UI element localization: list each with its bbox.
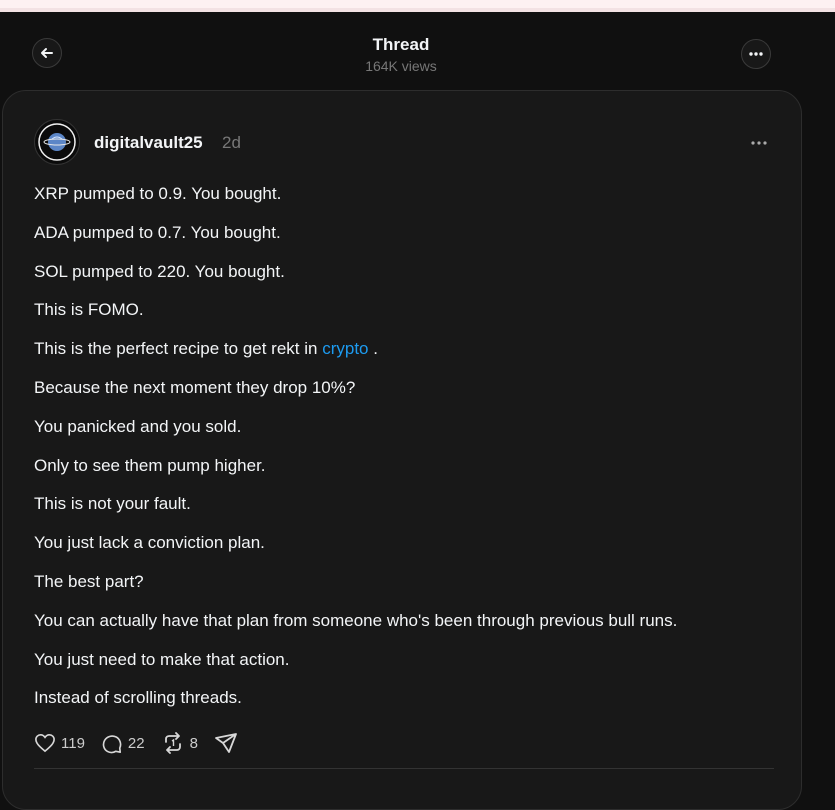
post-line: The best part? — [34, 571, 144, 591]
post-line: You just lack a conviction plan. — [34, 533, 265, 553]
post-card: digitalvault25 2d XRP pumped to 0.9. You… — [2, 90, 802, 810]
more-icon — [751, 141, 767, 145]
post-line: Only to see them pump higher. — [34, 455, 266, 475]
post-line: XRP pumped to 0.9. You bought. — [34, 184, 282, 203]
page-title: Thread — [372, 35, 430, 54]
repost-icon — [164, 732, 181, 754]
post-time: 2d — [222, 133, 241, 152]
post-line: Instead of scrolling threads. — [34, 688, 242, 708]
globe-avatar-icon — [38, 123, 76, 161]
like-button[interactable]: 119 — [34, 733, 85, 753]
share-icon — [215, 733, 237, 753]
post-line: SOL pumped to 220. You bought. — [34, 261, 285, 281]
post-line: Because the next moment they drop 10%? — [34, 377, 356, 397]
browser-top-strip — [0, 0, 835, 12]
thread-header: Thread 164K views — [0, 14, 835, 90]
heart-icon — [35, 733, 55, 753]
share-button[interactable] — [214, 732, 243, 754]
post-line: You can actually have that plan from som… — [34, 610, 678, 630]
like-count: 119 — [61, 734, 85, 752]
post-line: This is not your fault. — [34, 494, 191, 514]
post-actions: 119 22 8 — [34, 731, 259, 755]
thread-more-button[interactable] — [741, 39, 771, 69]
post-line: You panicked and you sold. — [34, 416, 242, 436]
reply-button[interactable]: 22 — [101, 733, 145, 754]
post-line-with-link: This is the perfect recipe to get rekt i… — [34, 337, 774, 376]
post-line: ADA pumped to 0.7. You bought. — [34, 222, 281, 242]
post-body: XRP pumped to 0.9. You bought. ADA pumpe… — [34, 182, 774, 725]
post-line-suffix: . — [373, 339, 378, 359]
divider — [34, 768, 774, 769]
repost-count: 8 — [189, 734, 198, 752]
comment-icon — [102, 734, 122, 753]
avatar[interactable] — [34, 119, 80, 165]
post-line: This is FOMO. — [34, 300, 144, 320]
reply-count: 22 — [127, 734, 145, 752]
post-more-button[interactable] — [747, 133, 771, 153]
view-count: 164K views — [365, 58, 437, 74]
more-icon — [749, 52, 763, 56]
repost-button[interactable]: 8 — [161, 732, 198, 754]
post-line: You just need to make that action. — [34, 649, 290, 669]
crypto-topic-link[interactable]: crypto — [322, 339, 368, 358]
post-username[interactable]: digitalvault25 — [94, 133, 203, 153]
post-line-text: This is the perfect recipe to get rekt i… — [34, 339, 318, 359]
